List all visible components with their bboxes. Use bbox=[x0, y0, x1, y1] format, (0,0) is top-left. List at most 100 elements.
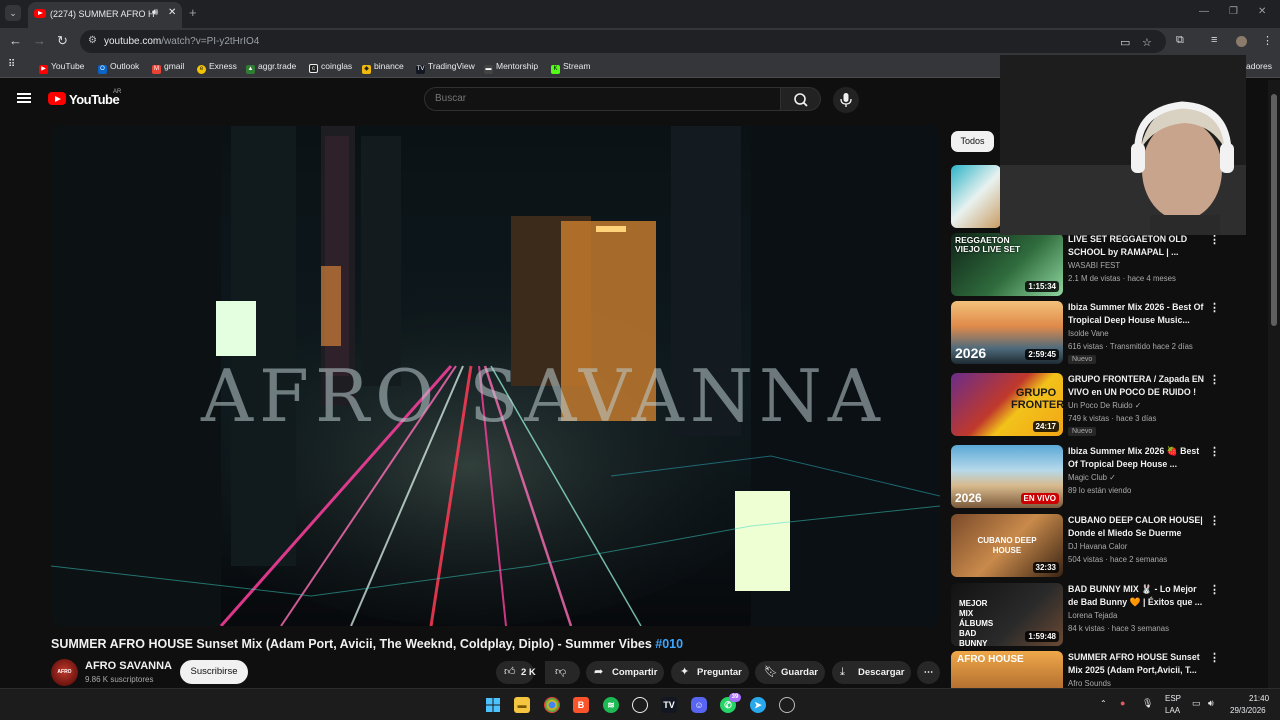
language-indicator-top[interactable]: ESP bbox=[1165, 694, 1181, 703]
bookmark-gmail[interactable]: Mgmail bbox=[152, 61, 184, 74]
recommendation-channel[interactable]: Magic Club ✓ bbox=[1068, 473, 1116, 482]
voice-search-button[interactable] bbox=[833, 87, 859, 113]
forward-arrow-icon[interactable]: → bbox=[33, 34, 46, 48]
recommendation-title[interactable]: GRUPO FRONTERA / Zapada EN VIVO en UN PO… bbox=[1068, 373, 1206, 398]
discord-icon[interactable]: ☺ bbox=[691, 697, 707, 713]
clock-time[interactable]: 21:40 bbox=[1249, 694, 1269, 703]
recommendation-title[interactable]: Ibiza Summer Mix 2026 - Best Of Tropical… bbox=[1068, 301, 1206, 326]
share-button[interactable]: ➦ Compartir bbox=[586, 661, 664, 684]
bookmark-stream[interactable]: K Stream bbox=[551, 61, 590, 74]
recommendation-title[interactable]: LIVE SET REGGAETON OLD SCHOOL by RAMAPAL… bbox=[1068, 233, 1206, 258]
bookmark-binance[interactable]: ◆ binance bbox=[362, 61, 404, 74]
video-player[interactable]: AFRO SAVANNA bbox=[51, 126, 940, 626]
recommendation-title[interactable]: CUBANO DEEP CALOR HOUSE| Donde el Miedo … bbox=[1068, 514, 1206, 539]
save-button[interactable]: 🔖︎ Guardar bbox=[755, 661, 825, 684]
recommendation-thumbnail[interactable]: 2026 2:59:45 bbox=[951, 301, 1063, 364]
more-vertical-icon[interactable]: ⋮ bbox=[1209, 233, 1220, 247]
bookmark-aggr-trade[interactable]: ▲ aggr.trade bbox=[246, 61, 296, 74]
address-bar[interactable]: ⚙︎ youtube.com/watch?v=PI-y2tHrIO4 ▭ ☆ bbox=[80, 30, 1166, 53]
back-arrow-icon[interactable]: ← bbox=[9, 34, 22, 48]
recommendation-thumbnail[interactable] bbox=[951, 165, 1001, 228]
download-button[interactable]: ⤓ Descargar bbox=[832, 661, 911, 684]
more-vertical-icon[interactable]: ⋮ bbox=[1209, 445, 1220, 459]
recommendation-channel[interactable]: Afro Sounds bbox=[1068, 679, 1111, 688]
window-close-icon[interactable]: ✕ bbox=[1258, 6, 1266, 17]
cast-icon[interactable]: ▭ bbox=[1120, 36, 1130, 49]
tab-audio-icon[interactable]: 🔊︎ bbox=[152, 7, 158, 18]
ask-button[interactable]: ✦ Preguntar bbox=[671, 661, 749, 684]
bookmark-exness[interactable]: e Exness bbox=[197, 61, 237, 74]
more-vertical-icon[interactable]: ⋮ bbox=[1209, 514, 1220, 528]
bookmark-youtube[interactable]: ▶ YouTube bbox=[39, 61, 84, 74]
recommendation-channel[interactable]: DJ Havana Calor bbox=[1068, 542, 1127, 551]
more-vertical-icon[interactable]: ⋮ bbox=[1209, 373, 1220, 387]
windows-start-icon[interactable] bbox=[485, 697, 501, 713]
more-vertical-icon[interactable]: ⋮ bbox=[1209, 301, 1220, 315]
app-settings-icon[interactable] bbox=[779, 697, 795, 713]
bookmark-coinglas[interactable]: c coinglas bbox=[309, 61, 352, 73]
telegram-icon[interactable]: ➤ bbox=[750, 697, 766, 713]
like-button[interactable]: 👍︎ 2 K bbox=[496, 661, 536, 684]
spotify-icon[interactable]: ≋ bbox=[603, 697, 619, 713]
profile-avatar[interactable] bbox=[1236, 36, 1247, 47]
recommendation-channel[interactable]: Un Poco De Ruido ✓ bbox=[1068, 401, 1141, 410]
more-vertical-icon[interactable]: ⋮ bbox=[1209, 651, 1220, 665]
recommendation-title[interactable]: Ibiza Summer Mix 2026 🍓 Best Of Tropical… bbox=[1068, 445, 1206, 470]
recommendation-thumbnail[interactable]: AFRO HOUSE bbox=[951, 651, 1063, 688]
dislike-button[interactable]: 👎︎ bbox=[545, 661, 580, 684]
channel-avatar[interactable]: AFRO SAVANNA bbox=[51, 659, 78, 702]
tray-microphone-icon[interactable]: 🎙︎ bbox=[1142, 698, 1153, 709]
recommendation-channel[interactable]: Lorena Tejada bbox=[1068, 611, 1117, 620]
bookmark-tradingview[interactable]: TV TradingView bbox=[416, 61, 475, 74]
youtube-wordmark[interactable]: YouTube bbox=[69, 92, 120, 107]
bookmark-outlook[interactable]: O Outlook bbox=[98, 61, 139, 74]
bookmark-mentorship[interactable]: ▬ Mentorship bbox=[484, 61, 538, 74]
media-controls-icon[interactable]: ≡ bbox=[1211, 34, 1217, 46]
window-restore-icon[interactable]: ❐ bbox=[1229, 6, 1238, 17]
youtube-logo-icon[interactable] bbox=[48, 92, 66, 105]
chrome-icon[interactable] bbox=[544, 697, 560, 713]
page-scrollbar[interactable] bbox=[1268, 80, 1280, 688]
apps-grid-icon[interactable]: ⠿ bbox=[8, 59, 15, 70]
recommendation-item[interactable]: 2026 2:59:45 Ibiza Summer Mix 2026 - Bes… bbox=[951, 301, 1221, 365]
search-input[interactable] bbox=[435, 93, 765, 104]
tray-app-icon[interactable]: ● bbox=[1120, 698, 1125, 708]
recommendation-item[interactable]: MEJOR MIX ÁLBUMS BAD BUNNY 1:59:48 BAD B… bbox=[951, 583, 1221, 647]
more-actions-button[interactable]: ⋯ bbox=[917, 661, 940, 684]
new-tab-plus-icon[interactable]: + bbox=[189, 5, 197, 20]
scrollbar-thumb[interactable] bbox=[1271, 94, 1277, 326]
browser-tab-active[interactable]: (2274) SUMMER AFRO HOUS 🔊︎ ✕ bbox=[28, 2, 182, 28]
file-explorer-icon[interactable]: ▬ bbox=[514, 697, 530, 713]
chatgpt-icon[interactable] bbox=[632, 697, 648, 713]
reload-icon[interactable]: ↻ bbox=[57, 34, 68, 48]
bookmark-star-icon[interactable]: ☆ bbox=[1142, 36, 1152, 49]
recommendation-item[interactable]: 2026 EN VIVO Ibiza Summer Mix 2026 🍓 Bes… bbox=[951, 445, 1221, 509]
recommendation-item[interactable]: GRUPO FRONTERA 24:17 GRUPO FRONTERA / Za… bbox=[951, 373, 1221, 437]
channel-name[interactable]: AFRO SAVANNA bbox=[85, 660, 172, 672]
site-info-icon[interactable]: ⚙︎ bbox=[88, 35, 97, 46]
recommendation-item[interactable]: AFRO HOUSE SUMMER AFRO HOUSE Sunset Mix … bbox=[951, 651, 1221, 688]
search-button[interactable] bbox=[781, 87, 821, 111]
window-minimize-icon[interactable]: — bbox=[1199, 6, 1209, 17]
tab-search-chevron-icon[interactable]: ⌄ bbox=[5, 5, 21, 21]
language-indicator-bottom[interactable]: LAA bbox=[1165, 706, 1180, 715]
recommendation-thumbnail[interactable]: MEJOR MIX ÁLBUMS BAD BUNNY 1:59:48 bbox=[951, 583, 1063, 646]
tray-monitor-icon[interactable]: ▭ bbox=[1192, 698, 1201, 709]
tab-close-icon[interactable]: ✕ bbox=[168, 7, 176, 18]
chrome-menu-icon[interactable]: ⋮ bbox=[1262, 34, 1273, 47]
filter-chip-all[interactable]: Todos bbox=[951, 131, 994, 152]
tradingview-icon[interactable]: TV bbox=[661, 697, 677, 713]
recommendation-thumbnail[interactable]: GRUPO FRONTERA 24:17 bbox=[951, 373, 1063, 436]
recommendation-thumbnail[interactable]: 2026 EN VIVO bbox=[951, 445, 1063, 508]
search-box[interactable] bbox=[424, 87, 781, 111]
recommendation-thumbnail[interactable]: CUBANO DEEP HOUSE 32:33 bbox=[951, 514, 1063, 577]
recommendation-channel[interactable]: Isolde Vane bbox=[1068, 329, 1109, 338]
tray-volume-icon[interactable]: 🔊︎ bbox=[1208, 698, 1214, 709]
recommendation-item[interactable]: REGGAETON VIEJO LIVE SET 1:15:34 LIVE SE… bbox=[951, 233, 1221, 297]
clock-date[interactable]: 29/3/2026 bbox=[1230, 706, 1266, 715]
tray-chevron-up-icon[interactable]: ⌃ bbox=[1100, 699, 1107, 708]
more-vertical-icon[interactable]: ⋮ bbox=[1209, 583, 1220, 597]
recommendation-item[interactable]: CUBANO DEEP HOUSE 32:33 CUBANO DEEP CALO… bbox=[951, 514, 1221, 578]
menu-hamburger-icon[interactable] bbox=[17, 93, 31, 103]
subscribe-button[interactable]: Suscribirse bbox=[180, 660, 248, 684]
